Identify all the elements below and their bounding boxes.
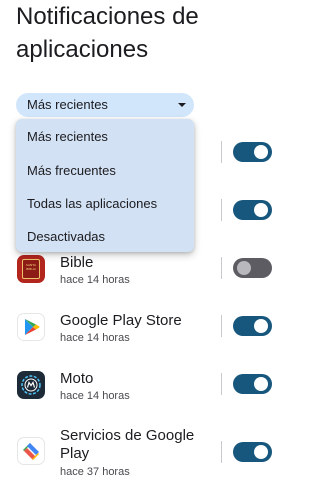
moto-app-icon [17,371,45,399]
motorola-logo-icon [21,375,41,395]
row-divider [221,373,222,395]
bible-app-icon: SANTA BIBLIA [17,255,45,283]
row-divider [221,441,222,463]
app-notifications-screen: Notificaciones de aplicaciones Más recie… [0,0,280,495]
row-divider [221,257,222,279]
sort-filter-dropdown[interactable]: Más recientes [16,93,194,117]
sort-filter-menu: Más recientes Más frecuentes Todas las a… [16,119,194,252]
sort-filter-selected-label: Más recientes [27,97,108,112]
app-last-notification-time: hace 14 horas [60,390,130,402]
notification-toggle-google-play-services[interactable] [233,442,272,462]
app-last-notification-time: hace 37 horas [60,466,130,478]
toggle-knob [254,445,268,459]
row-divider [221,315,222,337]
app-name: Google Play Store [60,312,182,329]
toggle-knob [254,377,268,391]
toggle-knob [237,261,251,275]
dropdown-arrow-icon [178,103,186,107]
app-name: Moto [60,370,94,387]
menu-item-desactivadas[interactable]: Desactivadas [27,229,105,245]
notification-toggle-moto[interactable] [233,374,272,394]
app-name: Servicios de Google Play [60,427,195,462]
app-row-bible[interactable]: SANTA BIBLIA Bible hace 14 horas [0,253,280,287]
book-icon: SANTA BIBLIA [22,259,40,279]
row-divider [221,141,222,163]
menu-item-mas-recientes[interactable]: Más recientes [27,129,108,145]
app-last-notification-time: hace 14 horas [60,332,130,344]
notification-toggle[interactable] [233,200,272,220]
app-row-google-play-services[interactable]: Servicios de Google Play hace 37 horas [0,427,280,481]
toggle-knob [254,319,268,333]
page-title: Notificaciones de aplicaciones [16,3,199,63]
app-row-google-play-store[interactable]: Google Play Store hace 14 horas [0,311,280,345]
toggle-knob [254,203,268,217]
toggle-knob [254,145,268,159]
google-play-store-icon [17,313,45,341]
menu-item-todas-las-aplicaciones[interactable]: Todas las aplicaciones [27,196,157,212]
google-play-services-icon [17,437,45,465]
app-name: Bible [60,254,94,271]
play-triangle-icon [25,319,40,335]
notification-toggle-bible[interactable] [233,258,272,278]
menu-item-mas-frecuentes[interactable]: Más frecuentes [27,163,116,179]
notification-toggle-google-play-store[interactable] [233,316,272,336]
bible-icon-lettering: SANTA BIBLIA [26,263,36,271]
row-divider [221,199,222,221]
notification-toggle[interactable] [233,142,272,162]
app-row-moto[interactable]: Moto hace 14 horas [0,369,280,403]
puzzle-piece-icon [23,443,39,460]
app-last-notification-time: hace 14 horas [60,274,130,286]
